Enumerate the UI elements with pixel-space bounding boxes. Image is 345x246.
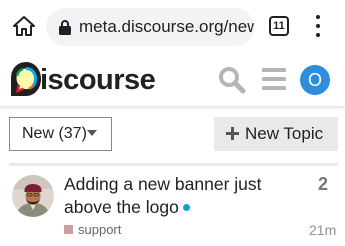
category-badge[interactable]: support	[64, 223, 121, 237]
hamburger-menu-icon[interactable]	[262, 68, 286, 90]
new-topic-label: New Topic	[245, 124, 324, 143]
search-icon[interactable]	[218, 66, 246, 94]
plus-icon	[226, 127, 239, 140]
category-name: support	[78, 222, 122, 237]
topic-title-link[interactable]: Adding a new banner just above the logo	[64, 173, 309, 219]
new-topic-button[interactable]: New Topic	[214, 117, 338, 151]
user-avatar-button[interactable]: O	[300, 65, 330, 95]
unread-dot-icon	[182, 204, 190, 211]
url-text: meta.discourse.org/new	[79, 17, 254, 36]
topic-age[interactable]: 21m	[309, 222, 336, 238]
home-icon	[13, 16, 35, 36]
more-options-icon[interactable]	[308, 13, 328, 39]
category-color-icon	[64, 225, 73, 234]
lock-icon	[59, 20, 71, 35]
topic-list-item[interactable]: Adding a new banner just above the logo …	[0, 166, 345, 246]
browser-toolbar: meta.discourse.org/new 11	[0, 0, 345, 54]
address-bar[interactable]: meta.discourse.org/new	[46, 8, 254, 46]
discourse-logo-icon[interactable]	[9, 60, 43, 98]
home-button[interactable]	[10, 12, 38, 40]
site-name[interactable]: iscourse	[40, 63, 156, 97]
chevron-down-icon	[87, 130, 97, 136]
reply-count[interactable]: 2	[318, 174, 328, 195]
poster-avatar[interactable]	[12, 175, 54, 217]
site-header: iscourse O	[0, 54, 345, 106]
tab-switcher-button[interactable]: 11	[269, 16, 289, 36]
topic-title: Adding a new banner just above the logo	[64, 174, 262, 217]
